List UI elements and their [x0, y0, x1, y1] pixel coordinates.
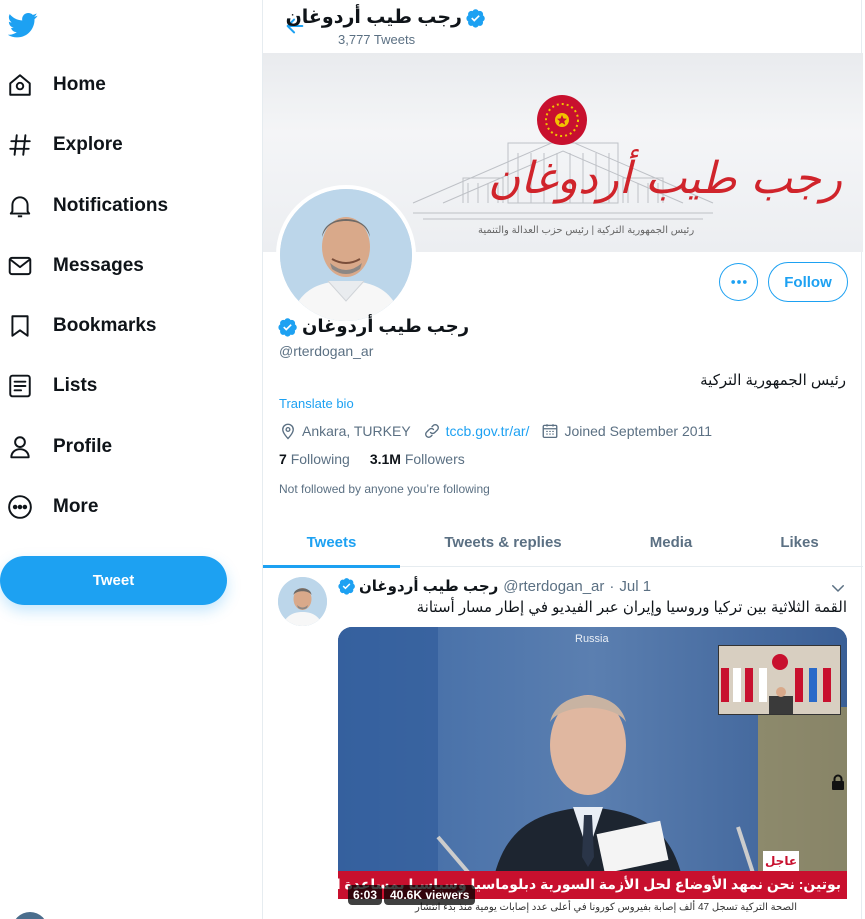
lock-icon	[832, 774, 844, 790]
sidebar-item-label: Messages	[53, 255, 144, 276]
verified-badge-icon	[338, 578, 355, 595]
verified-badge-icon	[278, 317, 297, 337]
sidebar-item-explore[interactable]: Explore	[0, 123, 123, 167]
header-tweet-count: 3,777 Tweets	[338, 32, 416, 47]
sidebar-item-messages[interactable]: Messages	[0, 244, 144, 288]
following-label: Following	[290, 451, 350, 467]
sidebar-item-more[interactable]: More	[0, 485, 98, 529]
bell-icon	[7, 193, 33, 219]
website-link[interactable]: tccb.gov.tr/ar/	[446, 423, 530, 439]
joined-text: Joined September 2011	[564, 423, 713, 439]
verified-badge-icon	[466, 8, 485, 28]
app-root: Home Explore Notifications Messages Book…	[0, 0, 865, 919]
header-name-text: رجب طيب أردوغان	[285, 7, 462, 28]
tweet-date[interactable]: Jul 1	[619, 578, 651, 595]
tweet-button[interactable]: Tweet	[0, 556, 227, 605]
person-icon	[7, 434, 33, 460]
profile-meta: Ankara, TURKEY tccb.gov.tr/ar/ Joined Se…	[279, 422, 724, 440]
followers-count: 3.1M	[369, 451, 401, 467]
chevron-down-icon[interactable]	[829, 579, 847, 597]
profile-bio: رئيس الجمهورية التركية	[700, 372, 846, 389]
profile-avatar[interactable]	[276, 185, 416, 325]
tab-likes[interactable]: Likes	[736, 517, 863, 567]
sidebar-item-label: Bookmarks	[53, 315, 157, 336]
tab-media[interactable]: Media	[606, 517, 736, 567]
turkish-presidential-seal-icon	[537, 95, 587, 145]
envelope-icon	[7, 253, 33, 279]
profile-stats: 7 Following 3.1M Followers	[279, 451, 485, 467]
followers-label: Followers	[404, 451, 465, 467]
profile-more-button[interactable]	[719, 263, 758, 301]
followers-link[interactable]: 3.1M Followers	[370, 451, 465, 467]
profile-location: Ankara, TURKEY	[279, 422, 411, 440]
following-count: 7	[279, 451, 287, 467]
profile-name: رجب طيب أردوغان	[278, 316, 469, 337]
tweet-author-name: رجب طيب أردوغان	[359, 578, 499, 595]
tweet[interactable]: رجب طيب أردوغان @rterdogan_ar · Jul 1 ال…	[263, 567, 863, 919]
banner-subtitle: رئيس الجمهورية التركية | رئيس حزب العدال…	[478, 225, 695, 236]
sidebar-item-notifications[interactable]: Notifications	[0, 184, 168, 228]
video-duration: 6:03	[348, 885, 383, 905]
account-avatar[interactable]	[12, 912, 48, 919]
sidebar-item-lists[interactable]: Lists	[0, 364, 97, 408]
tab-tweets-and-replies[interactable]: Tweets & replies	[400, 517, 606, 567]
header-name: رجب طيب أردوغان	[286, 6, 486, 29]
list-icon	[7, 373, 33, 399]
sidebar-item-label: Explore	[53, 134, 123, 155]
location-pin-icon	[282, 423, 294, 440]
profile-joined: Joined September 2011	[541, 422, 712, 440]
sidebar-item-profile[interactable]: Profile	[0, 425, 112, 469]
sidebar-item-label: Profile	[53, 436, 113, 457]
more-circle-icon	[7, 494, 33, 520]
sidebar-item-label: Notifications	[53, 195, 169, 216]
tweet-header: رجب طيب أردوغان @rterdogan_ar · Jul 1	[338, 577, 651, 595]
video-inset	[718, 645, 841, 715]
follow-button[interactable]: Follow	[768, 262, 848, 302]
tweet-avatar[interactable]	[278, 577, 327, 626]
profile-header-bar: رجب طيب أردوغان 3,777 Tweets	[263, 0, 863, 53]
link-icon	[424, 424, 439, 438]
not-followed-note: Not followed by anyone you’re following	[279, 482, 490, 496]
bookmark-icon	[7, 313, 33, 339]
profile-tabs: Tweets Tweets & replies Media Likes	[263, 517, 863, 568]
profile-website: tccb.gov.tr/ar/	[423, 422, 530, 440]
sidebar: Home Explore Notifications Messages Book…	[0, 0, 262, 919]
video-viewers: 40.6K viewers	[384, 885, 476, 905]
tweet-separator: ·	[609, 577, 615, 595]
breaking-news-label: عاجل	[763, 851, 799, 871]
home-icon	[7, 72, 33, 98]
twitter-bird-icon[interactable]	[7, 10, 38, 40]
tweet-text: القمة الثلاثية بين تركيا وروسيا وإيران ع…	[416, 599, 847, 616]
following-link[interactable]: 7 Following	[279, 451, 350, 467]
sidebar-item-label: More	[53, 496, 99, 517]
sidebar-item-label: Lists	[53, 375, 98, 396]
translate-bio-link[interactable]: Translate bio	[279, 396, 354, 411]
more-dots-icon	[730, 280, 747, 284]
profile-handle: @rterdogan_ar	[279, 343, 374, 359]
sidebar-item-bookmarks[interactable]: Bookmarks	[0, 304, 157, 348]
hashtag-icon	[7, 132, 33, 158]
calendar-icon	[543, 424, 558, 439]
tweet-handle[interactable]: @rterdogan_ar	[503, 578, 604, 595]
location-text: Ankara, TURKEY	[302, 423, 411, 439]
tab-tweets[interactable]: Tweets	[263, 517, 400, 568]
tweet-video[interactable]: Russia عاجل بوتين: نحن نمهد الأوضاع لحل …	[338, 627, 847, 919]
video-location-label: Russia	[575, 633, 609, 645]
profile-name-text: رجب طيب أردوغان	[302, 316, 470, 336]
sidebar-item-label: Home	[53, 74, 106, 95]
sidebar-item-home[interactable]: Home	[0, 63, 106, 107]
profile-main: رجب طيب أردوغان 3,777 Tweets رجب طيب أرد…	[262, 0, 863, 919]
tweet-author[interactable]: رجب طيب أردوغان	[338, 577, 498, 595]
banner-calligraphy: رجب طيب أردوغان	[488, 153, 843, 204]
